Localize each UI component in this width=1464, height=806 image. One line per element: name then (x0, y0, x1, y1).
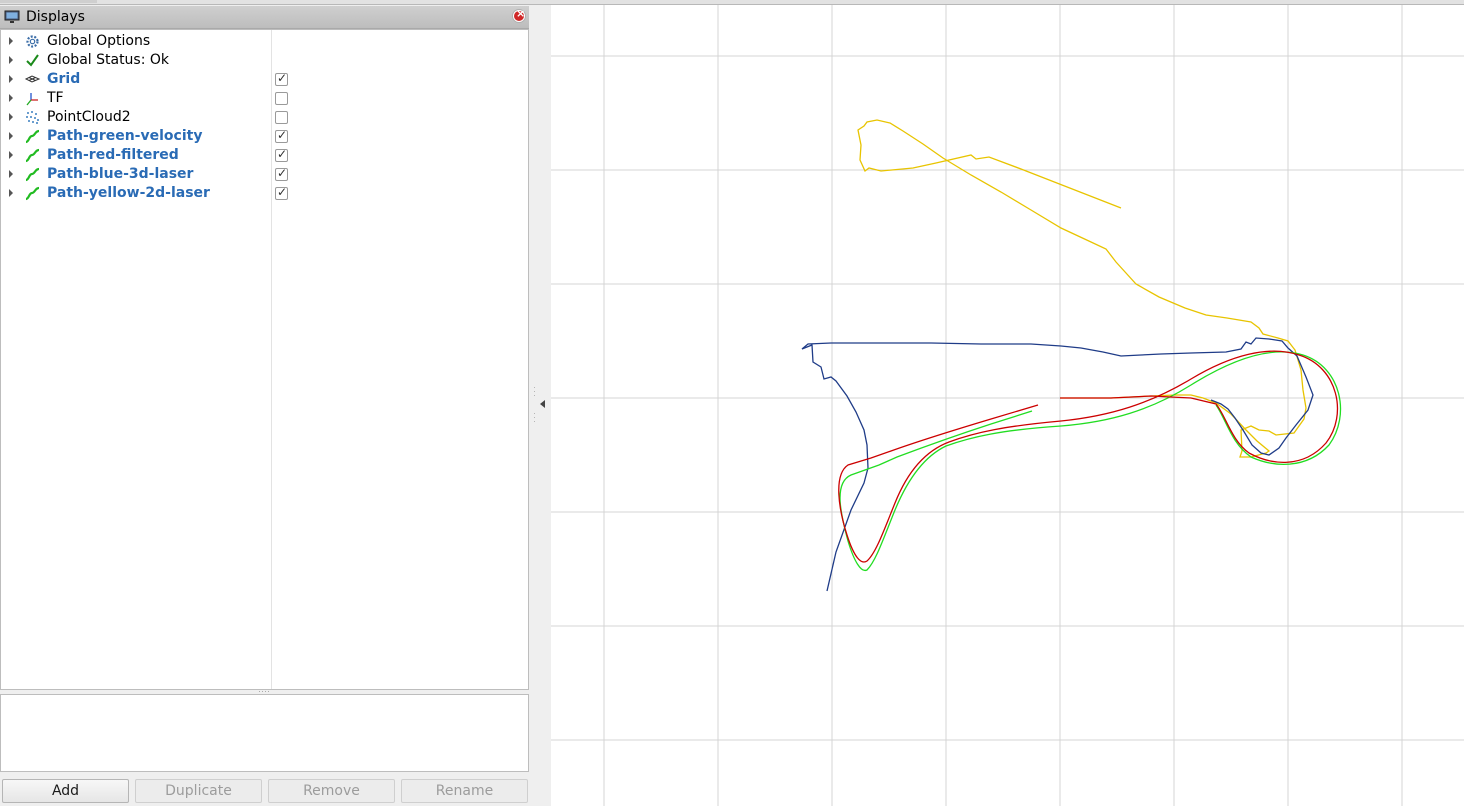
render-canvas[interactable] (551, 5, 1464, 806)
display-item-path-green-velocity[interactable]: Path-green-velocity (1, 127, 529, 146)
splitter-handle[interactable] (258, 690, 272, 693)
path-icon (25, 148, 40, 163)
path-icon (25, 167, 40, 182)
path-icon (25, 186, 40, 201)
display-item-label: Path-red-filtered (47, 147, 179, 163)
display-item-label: TF (47, 90, 64, 106)
collapse-panel-arrow-icon[interactable] (540, 400, 545, 408)
grid-checkbox[interactable] (275, 71, 288, 86)
display-item-label: PointCloud2 (47, 109, 131, 125)
gear-icon (26, 35, 39, 48)
display-item-path-blue-3d-laser[interactable]: Path-blue-3d-laser (1, 165, 529, 184)
display-item-path-yellow-2d-laser[interactable]: Path-yellow-2d-laser (1, 184, 529, 203)
pointcloud-icon (26, 111, 39, 124)
duplicate-button[interactable]: Duplicate (135, 779, 262, 803)
pointcloud2-checkbox[interactable] (275, 111, 288, 124)
display-item-label: Global Status: Ok (47, 52, 170, 68)
expand-arrow-icon[interactable] (9, 113, 13, 121)
display-item-label: Global Options (47, 33, 151, 49)
path-green-velocity (839, 351, 1342, 572)
path-icon (25, 129, 40, 144)
expand-arrow-icon[interactable] (9, 151, 13, 159)
expand-arrow-icon[interactable] (9, 132, 13, 140)
display-item-grid[interactable]: Grid (1, 70, 529, 89)
expand-arrow-icon[interactable] (9, 189, 13, 197)
display-item-global-status[interactable]: Global Status: Ok (1, 51, 529, 70)
description-box (0, 694, 529, 772)
rename-button[interactable]: Rename (401, 779, 528, 803)
path-red-filtered (838, 350, 1339, 563)
path-green-velocity-checkbox[interactable] (275, 128, 288, 143)
axes-icon (26, 93, 38, 106)
display-item-label: Path-blue-3d-laser (47, 166, 194, 182)
displays-tree[interactable]: Global Options Global Status: Ok Grid ✓ … (0, 29, 529, 690)
expand-arrow-icon[interactable] (9, 94, 13, 102)
expand-arrow-icon[interactable] (9, 170, 13, 178)
display-item-pointcloud2[interactable]: PointCloud2 (1, 108, 529, 127)
close-panel-button[interactable] (512, 7, 526, 23)
displays-title: Displays (26, 9, 85, 25)
expand-arrow-icon[interactable] (9, 56, 13, 64)
dock-splitter[interactable] (534, 385, 536, 425)
tf-checkbox[interactable] (275, 92, 288, 105)
display-item-label: Grid (47, 71, 81, 87)
display-item-label: Path-green-velocity (47, 128, 203, 144)
display-item-label: Path-yellow-2d-laser (47, 185, 210, 201)
3d-render-view[interactable] (551, 5, 1464, 806)
monitor-icon (4, 10, 20, 23)
path-blue-3d-laser-checkbox[interactable] (275, 166, 288, 181)
add-button[interactable]: Add (2, 779, 129, 803)
displays-titlebar: Displays (0, 6, 529, 29)
path-yellow-2d-laser-checkbox[interactable] (275, 185, 288, 200)
remove-button[interactable]: Remove (268, 779, 395, 803)
checkmark-icon (26, 54, 39, 67)
expand-arrow-icon[interactable] (9, 37, 13, 45)
display-item-global-options[interactable]: Global Options (1, 32, 529, 51)
expand-arrow-icon[interactable] (9, 75, 13, 83)
display-item-path-red-filtered[interactable]: Path-red-filtered (1, 146, 529, 165)
path-red-filtered-checkbox[interactable] (275, 147, 288, 162)
display-item-tf[interactable]: TF (1, 89, 529, 108)
displays-panel: Displays Global Options Global Status: O… (0, 4, 530, 806)
grid-icon (24, 75, 41, 83)
path-yellow-2d-laser (857, 119, 1307, 458)
grid-lines (551, 5, 1464, 806)
